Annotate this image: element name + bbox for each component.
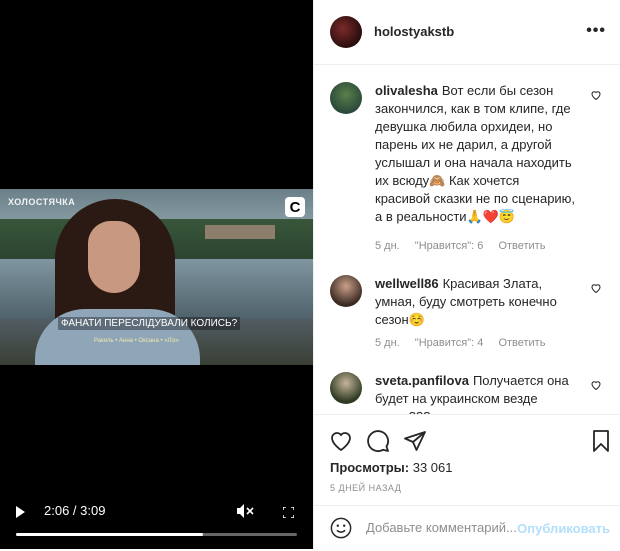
reply-button[interactable]: Ответить	[498, 240, 545, 252]
commenter-username[interactable]: wellwell86	[375, 276, 439, 291]
comment-body: sveta.panfilova Получается она будет на у…	[375, 372, 577, 414]
comment-text: Вот если бы сезон закончился, как в том …	[375, 83, 576, 224]
video-progress-fill	[16, 533, 204, 536]
commenter-username[interactable]: olivalesha	[375, 83, 438, 98]
comment-age: 5 дн.	[375, 240, 400, 252]
comments-list: olivalesha Вот если бы сезон закончился, …	[314, 65, 620, 414]
video-player[interactable]: ХОЛОСТЯЧКА C ФАНАТИ ПЕРЕСЛІДУВАЛИ КОЛИСЬ…	[0, 0, 313, 549]
commenter-avatar[interactable]	[330, 82, 362, 114]
emoji-icon[interactable]	[330, 517, 352, 539]
fullscreen-icon[interactable]	[282, 505, 295, 519]
post-sidebar: holostyakstb ••• olivalesha Вот если бы с…	[313, 0, 620, 549]
video-name-caption: Ракель • Анна • Оксана • «Ліз»	[94, 338, 179, 344]
like-heart-icon[interactable]	[590, 379, 602, 391]
comment-likes[interactable]: "Нравится": 4	[415, 337, 484, 349]
video-time: 2:06 / 3:09	[44, 503, 106, 518]
show-logo: ХОЛОСТЯЧКА	[8, 197, 76, 207]
author-avatar[interactable]	[330, 16, 362, 48]
share-icon[interactable]	[403, 429, 427, 453]
video-progress-bar[interactable]	[16, 533, 297, 536]
author-username[interactable]: holostyakstb	[374, 24, 454, 39]
mute-icon[interactable]	[236, 503, 254, 522]
comment-body: olivalesha Вот если бы сезон закончился, …	[375, 82, 577, 226]
views-label: Просмотры:	[330, 460, 410, 475]
views-count: 33 061	[412, 460, 453, 475]
channel-badge: C	[285, 197, 305, 217]
like-heart-icon[interactable]	[590, 282, 602, 294]
comment-body: wellwell86 Красивая Злата, умная, буду см…	[375, 275, 577, 329]
comment-age: 5 дн.	[375, 337, 400, 349]
video-frame[interactable]: ХОЛОСТЯЧКА C ФАНАТИ ПЕРЕСЛІДУВАЛИ КОЛИСЬ…	[0, 189, 313, 365]
commenter-avatar[interactable]	[330, 275, 362, 307]
post-date: 5 ДНЕЙ НАЗАД	[330, 483, 402, 493]
commenter-username[interactable]: sveta.panfilova	[375, 373, 469, 388]
video-person-face	[88, 221, 140, 293]
video-subtitle: ФАНАТИ ПЕРЕСЛІДУВАЛИ КОЛИСЬ?	[58, 317, 241, 330]
views-counter[interactable]: Просмотры: 33 061	[330, 460, 452, 475]
post-actions: Просмотры: 33 061 5 ДНЕЙ НАЗАД Опубликов…	[314, 414, 620, 550]
bookmark-icon[interactable]	[589, 429, 613, 453]
like-heart-icon[interactable]	[590, 89, 602, 101]
comment-likes[interactable]: "Нравится": 6	[415, 240, 484, 252]
add-comment-bar: Опубликовать	[314, 505, 620, 551]
like-heart-icon[interactable]	[329, 429, 353, 453]
video-scene-house	[205, 225, 275, 239]
more-dots-icon[interactable]: •••	[586, 22, 606, 40]
comment-input[interactable]	[366, 520, 526, 535]
comment-bubble-icon[interactable]	[366, 429, 390, 453]
reply-button[interactable]: Ответить	[498, 337, 545, 349]
video-controls: 2:06 / 3:09	[0, 495, 313, 549]
post-header: holostyakstb •••	[314, 0, 620, 65]
comment-meta: 5 дн. "Нравится": 6 Ответить	[375, 240, 557, 252]
play-icon[interactable]	[16, 506, 25, 518]
commenter-avatar[interactable]	[330, 372, 362, 404]
publish-button[interactable]: Опубликовать	[517, 521, 610, 536]
comment-meta: 5 дн. "Нравится": 4 Ответить	[375, 337, 557, 349]
